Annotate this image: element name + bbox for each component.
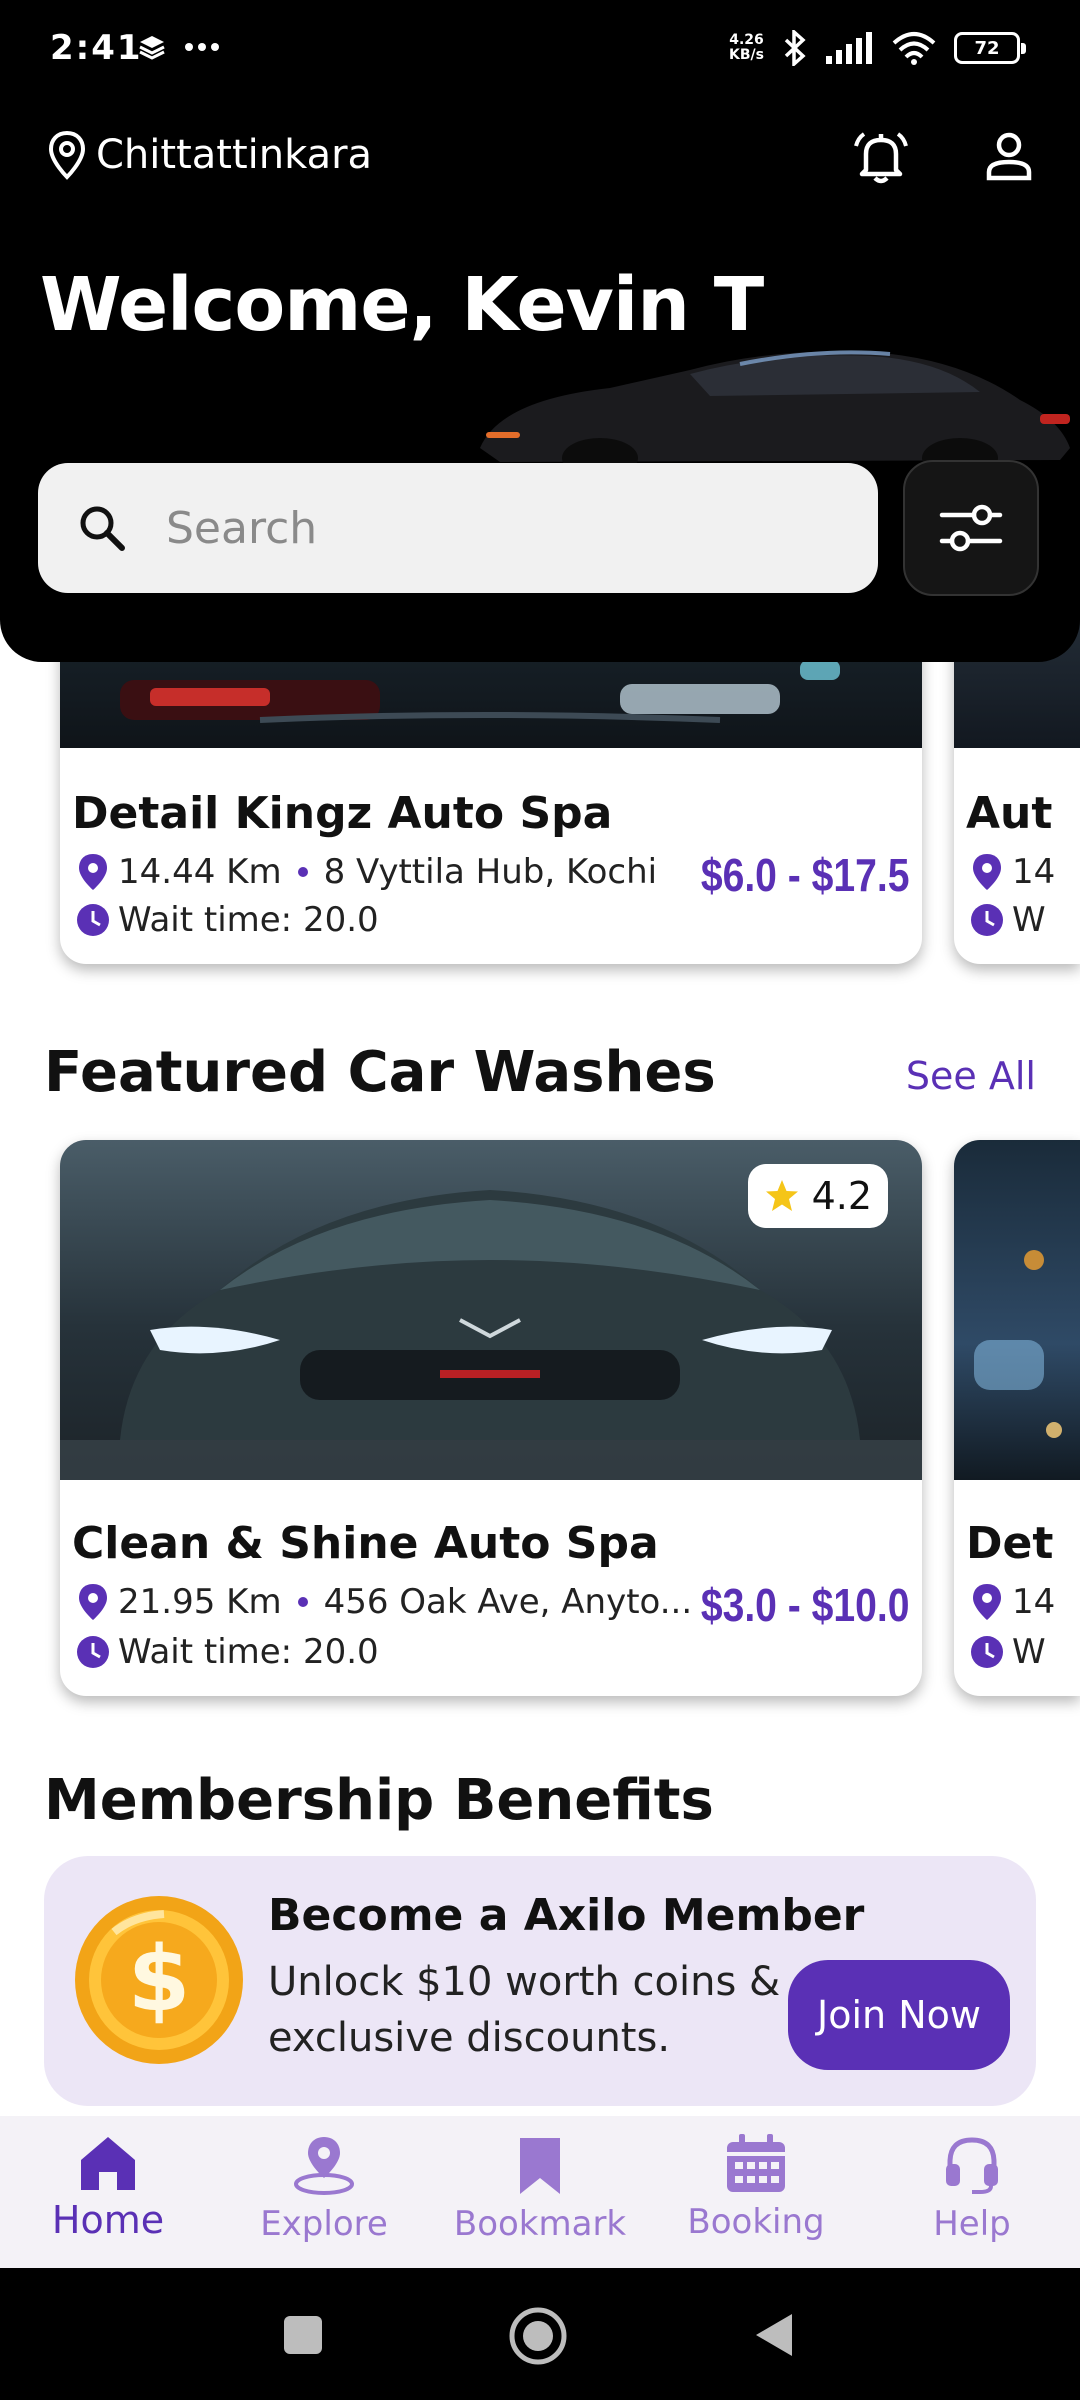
location-pin-icon	[973, 1584, 1001, 1620]
dollar-coin-icon: $	[75, 1896, 243, 2064]
layers-icon	[139, 36, 165, 60]
status-time: 2:41	[50, 28, 143, 68]
bluetooth-icon	[784, 30, 806, 66]
nav-item-explore[interactable]: Explore	[216, 2116, 432, 2268]
see-all-link[interactable]: See All	[906, 1054, 1036, 1098]
join-now-button[interactable]: Join Now	[788, 1960, 1010, 2070]
clock-icon	[971, 904, 1003, 936]
separator-dot	[297, 867, 308, 877]
rating-value: 4.2	[811, 1174, 872, 1218]
search-bar[interactable]	[38, 463, 878, 593]
search-input[interactable]	[166, 502, 766, 554]
price-range: $6.0 - $17.5	[701, 849, 910, 901]
nav-label: Bookmark	[453, 2204, 627, 2244]
car-wash-name: Det	[966, 1518, 1054, 1569]
sliders-icon	[939, 504, 1003, 552]
membership-title: Become a Axilo Member	[268, 1890, 865, 1941]
system-navigation-bar	[0, 2268, 1080, 2400]
nav-label: Booking	[687, 2202, 825, 2242]
car-wash-name: Aut	[966, 788, 1053, 839]
wifi-icon	[892, 32, 936, 65]
location-pin-icon	[79, 854, 107, 890]
distance-label: 21.95 Km	[118, 1582, 282, 1622]
headset-icon	[946, 2137, 998, 2194]
car-wash-image	[954, 1140, 1080, 1480]
battery-indicator: 72	[954, 32, 1026, 64]
wait-time-label: Wait time: 20.0	[118, 900, 379, 940]
bookmark-icon	[520, 2138, 560, 2194]
wait-time-label: Wait time: 20.0	[118, 1632, 379, 1672]
calendar-icon	[727, 2134, 785, 2192]
net-speed: 4.26 KB/s	[729, 32, 764, 63]
rating-badge: 4.2	[747, 1164, 888, 1228]
welcome-heading: Welcome, Kevin T	[40, 262, 764, 348]
car-background-image	[480, 350, 1070, 478]
featured-car-wash-card[interactable]: Det 14 W	[954, 1140, 1080, 1696]
profile-icon[interactable]	[986, 132, 1032, 182]
membership-description: Unlock $10 worth coins & exclusive disco…	[268, 1959, 781, 2061]
nav-label: Home	[51, 2198, 165, 2242]
car-wash-name: Clean & Shine Auto Spa	[72, 1518, 659, 1569]
svg-text:$: $	[128, 1927, 191, 2032]
featured-section-title: Featured Car Washes	[44, 1040, 716, 1105]
search-icon	[80, 506, 125, 551]
membership-section-title: Membership Benefits	[44, 1768, 714, 1833]
nav-label: Explore	[260, 2204, 388, 2244]
location-selector[interactable]: Chittattinkara	[48, 130, 372, 180]
clock-icon	[77, 904, 109, 936]
membership-banner: $ Become a Axilo Member Unlock $10 worth…	[44, 1856, 1036, 2106]
status-bar: 2:41 4.26 KB/s 72	[0, 0, 1080, 100]
recents-square-icon[interactable]	[282, 2314, 324, 2356]
location-pin-icon	[973, 854, 1001, 890]
filter-button[interactable]	[903, 460, 1039, 596]
notification-bell-icon[interactable]	[852, 130, 910, 184]
back-triangle-icon[interactable]	[752, 2310, 796, 2360]
address-label: 8 Vyttila Hub, Kochi	[323, 852, 658, 892]
nav-item-home[interactable]: Home	[0, 2116, 216, 2268]
nav-item-booking[interactable]: Booking	[648, 2116, 864, 2268]
location-pin-icon	[294, 2137, 354, 2195]
address-label: 456 Oak Ave, Anyto...	[323, 1582, 693, 1622]
featured-car-wash-card[interactable]: 4.2 Clean & Shine Auto Spa 21.95 Km 456 …	[60, 1140, 922, 1696]
distance-label: 14.44 Km	[118, 852, 282, 892]
nav-item-help[interactable]: Help	[864, 2116, 1080, 2268]
clock-icon	[77, 1636, 109, 1668]
more-dots-icon	[185, 43, 219, 51]
location-label: Chittattinkara	[96, 132, 373, 178]
signal-icon	[826, 32, 872, 64]
car-wash-name: Detail Kingz Auto Spa	[72, 788, 613, 839]
nav-item-bookmark[interactable]: Bookmark	[432, 2116, 648, 2268]
home-circle-icon[interactable]	[508, 2306, 568, 2366]
star-icon	[765, 1180, 798, 1211]
bottom-navigation: Home Explore Bookmark Booking Help	[0, 2116, 1080, 2268]
location-pin-icon	[48, 130, 86, 180]
clock-icon	[971, 1636, 1003, 1668]
home-icon	[81, 2137, 135, 2190]
location-pin-icon	[79, 1584, 107, 1620]
price-range: $3.0 - $10.0	[701, 1579, 910, 1631]
nav-label: Help	[933, 2204, 1011, 2244]
header: 2:41 4.26 KB/s 72 Chittattinkara Welcome…	[0, 0, 1080, 662]
separator-dot	[297, 1597, 308, 1607]
